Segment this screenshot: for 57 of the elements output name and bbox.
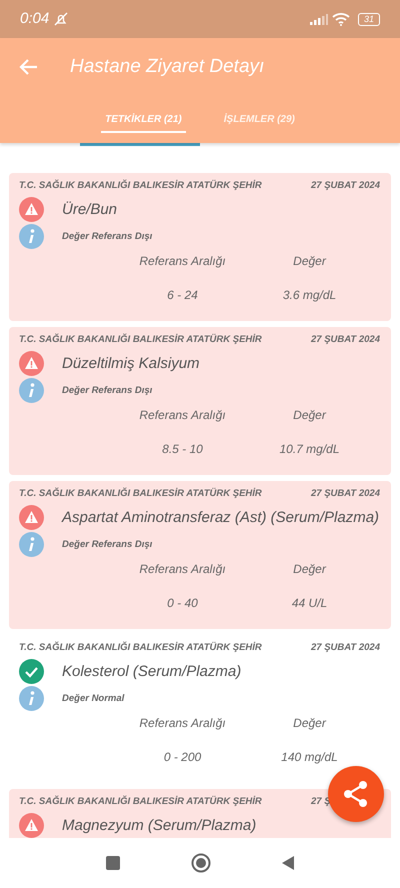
reference-range: 0 - 40 <box>166 595 199 612</box>
result-date: 27 ŞUBAT 2024 <box>311 333 381 347</box>
result-status: Değer Referans Dışı <box>62 538 152 552</box>
result-date: 27 ŞUBAT 2024 <box>311 179 381 193</box>
column-label: Referans Aralığı <box>138 715 227 732</box>
test-name: Üre/Bun <box>62 200 118 220</box>
hospital-name: T.C. SAĞLIK BAKANLIĞI BALIKESİR ATATÜRK ŞEHİR <box>19 333 262 347</box>
warning-icon <box>19 197 44 222</box>
recents-button[interactable] <box>105 855 121 871</box>
result-value: 44 U/L <box>290 595 328 612</box>
info-icon <box>19 532 44 558</box>
hospital-name: T.C. SAĞLIK BAKANLIĞI BALIKESİR ATATÜRK ŞEHİR <box>19 487 262 501</box>
result-date: 27 ŞUBAT 2024 <box>311 641 381 655</box>
info-icon <box>19 378 44 404</box>
result-value: 3.6 mg/dL <box>282 287 338 304</box>
result-card[interactable]: T.C. SAĞLIK BAKANLIĞI BALIKESİR ATATÜRK ŞEHİR 27 ŞUBAT 2024 Üre/Bun Değer Referans Dışı Referans Aralığı Değer 6 - 24 3.6 mg/dL <box>9 173 391 321</box>
screen-title: Hastane Ziyaret Detayı <box>70 56 264 78</box>
test-name: Magnezyum (Serum/Plazma) <box>62 816 256 836</box>
reference-range: 8.5 - 10 <box>161 441 204 458</box>
column-label: Referans Aralığı <box>138 253 227 270</box>
status-time: 0:04 <box>20 8 50 29</box>
reference-range: 6 - 24 <box>166 287 199 304</box>
wifi-icon <box>332 12 350 26</box>
result-value: 10.7 mg/dL <box>278 441 341 458</box>
info-icon <box>19 224 44 250</box>
warning-icon <box>19 351 44 376</box>
bell-off-icon <box>53 11 70 27</box>
hospital-name: T.C. SAĞLIK BAKANLIĞI BALIKESİR ATATÜRK ŞEHİR <box>19 641 262 655</box>
column-label: Değer <box>292 715 328 732</box>
hospital-name: T.C. SAĞLIK BAKANLIĞI BALIKESİR ATATÜRK ŞEHİR <box>19 179 262 193</box>
test-name: Aspartat Aminotransferaz (Ast) (Serum/Plazma) <box>62 508 380 528</box>
warning-icon <box>19 813 44 838</box>
signal-icon <box>310 13 328 25</box>
column-label: Değer <box>292 407 328 424</box>
result-card[interactable]: T.C. SAĞLIK BAKANLIĞI BALIKESİR ATATÜRK ŞEHİR 27 ŞUBAT 2024 Aspartat Aminotransferaz (Ast) (Serum/Plazma) Değer Referans Dışı Referans Aralığı Değer 0 - 40 44 U/L <box>9 481 391 629</box>
back-nav-button[interactable] <box>281 855 295 871</box>
result-status: Değer Referans Dışı <box>62 230 152 244</box>
result-status: Değer Normal <box>62 692 124 706</box>
test-name: Kolesterol (Serum/Plazma) <box>62 662 242 682</box>
share-icon <box>343 780 369 808</box>
result-card[interactable]: T.C. SAĞLIK BAKANLIĞI BALIKESİR ATATÜRK ŞEHİR 27 ŞUBAT 2024 Düzeltilmiş Kalsiyum Değer Referans Dışı Referans Aralığı Değer 8.5 - 10 10.7 mg/dL <box>9 327 391 475</box>
column-label: Değer <box>292 253 328 270</box>
hospital-name: T.C. SAĞLIK BAKANLIĞI BALIKESİR ATATÜRK ŞEHİR <box>19 795 262 809</box>
check-icon <box>19 659 44 684</box>
home-button[interactable] <box>191 853 211 873</box>
test-name: Düzeltilmiş Kalsiyum <box>62 354 200 374</box>
reference-range: 0 - 200 <box>162 749 202 766</box>
battery-indicator: 31 <box>358 12 380 26</box>
back-arrow-icon <box>18 58 38 76</box>
column-label: Referans Aralığı <box>138 561 227 578</box>
info-icon <box>19 686 44 712</box>
result-status: Değer Referans Dışı <box>62 384 152 398</box>
result-value: 140 mg/dL <box>280 749 339 766</box>
warning-icon <box>19 505 44 530</box>
column-label: Değer <box>292 561 328 578</box>
column-label: Referans Aralığı <box>138 407 227 424</box>
result-date: 27 ŞUBAT 2024 <box>311 487 381 501</box>
